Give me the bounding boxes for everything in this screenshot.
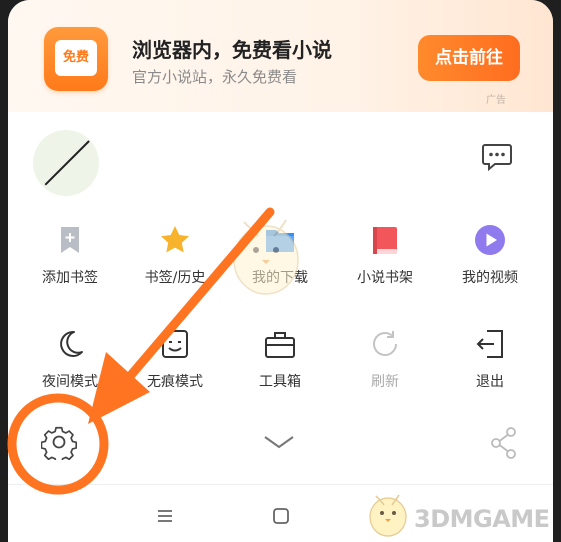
incognito-mode-button[interactable]: 无痕模式: [130, 328, 220, 408]
promo-go-button[interactable]: 点击前往: [418, 35, 520, 81]
refresh-label: 刷新: [371, 374, 399, 390]
novel-shelf-label: 小说书架: [357, 270, 413, 286]
video-play-icon: [475, 225, 505, 255]
book-icon: [373, 227, 397, 254]
avatar-placeholder-line: [44, 140, 90, 186]
bookmarks-history-label: 书签/历史: [144, 270, 206, 286]
3dm-mascot-icon: [369, 494, 407, 537]
my-videos-label: 我的视频: [462, 270, 518, 286]
bookmark-add-icon: [61, 227, 79, 253]
promo-subtitle: 官方小说站，永久免费看: [132, 68, 298, 86]
toolbox-icon: [265, 332, 295, 358]
exit-label: 退出: [476, 374, 504, 390]
ad-tag: 广告: [486, 95, 506, 106]
night-mode-label: 夜间模式: [42, 374, 98, 390]
novel-app-icon-label: 免费: [55, 40, 97, 76]
moon-icon: [60, 330, 83, 357]
exit-icon: [476, 330, 503, 358]
menu-sheet: 免费 浏览器内，免费看小说 官方小说站，永久免费看 点击前往 广告 添加书签 书…: [8, 0, 553, 542]
star-icon: [161, 226, 189, 253]
novel-app-icon: 免费: [44, 27, 108, 91]
downloads-button[interactable]: 我的下载: [235, 224, 325, 304]
promo-banner[interactable]: 免费 浏览器内，免费看小说 官方小说站，永久免费看 点击前往 广告: [8, 0, 553, 112]
incognito-mode-label: 无痕模式: [147, 374, 203, 390]
chevron-down-icon[interactable]: [262, 432, 296, 452]
refresh-button[interactable]: 刷新: [340, 328, 430, 408]
downloads-label: 我的下载: [252, 270, 308, 286]
add-bookmark-label: 添加书签: [42, 270, 98, 286]
folder-icon: [266, 230, 294, 252]
exit-button[interactable]: 退出: [445, 328, 535, 408]
toolbox-label: 工具箱: [259, 374, 301, 390]
toolbox-button[interactable]: 工具箱: [235, 328, 325, 408]
message-icon[interactable]: [481, 140, 513, 172]
menu-lines-icon[interactable]: [154, 505, 176, 527]
add-bookmark-button[interactable]: 添加书签: [25, 224, 115, 304]
night-mode-button[interactable]: 夜间模式: [25, 328, 115, 408]
watermark-text: 3DMGAME: [414, 505, 550, 533]
novel-shelf-button[interactable]: 小说书架: [340, 224, 430, 304]
promo-title: 浏览器内，免费看小说: [132, 38, 332, 62]
settings-gear-icon[interactable]: [41, 424, 77, 460]
avatar[interactable]: [33, 130, 99, 196]
incognito-icon: [162, 330, 188, 358]
bookmarks-history-button[interactable]: 书签/历史: [130, 224, 220, 304]
refresh-icon: [373, 331, 397, 356]
my-videos-button[interactable]: 我的视频: [445, 224, 535, 304]
home-square-icon[interactable]: [270, 505, 292, 527]
share-icon[interactable]: [490, 426, 518, 460]
